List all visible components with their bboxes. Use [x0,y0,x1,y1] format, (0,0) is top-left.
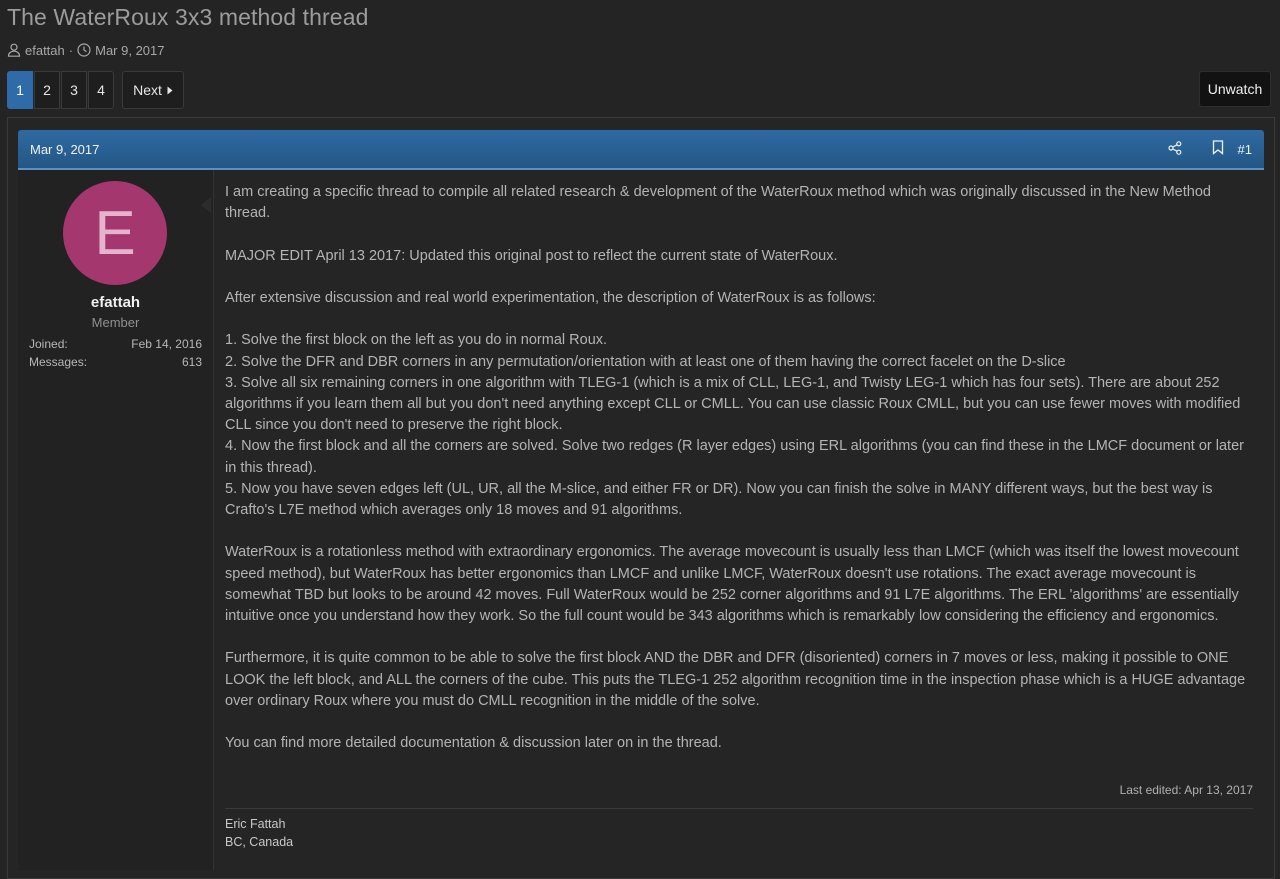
page-1-button[interactable]: 1 [7,71,33,109]
joined-label: Joined: [29,337,68,351]
messages-label: Messages: [29,355,88,369]
message-arrow [201,197,211,213]
post-paragraph: WaterRoux is a rotationless method with … [225,544,1239,624]
post-paragraph: I am creating a specific thread to compi… [225,184,1211,222]
user-icon [7,43,21,57]
bookmark-icon[interactable] [1212,140,1224,158]
step-item: 4. Now the first block and all the corne… [225,438,1244,476]
step-item: 1. Solve the first block on the left as … [225,332,608,349]
post-body: I am creating a specific thread to compi… [225,182,1255,776]
caret-right-icon [167,82,173,98]
joined-stat: Joined: Feb 14, 2016 [29,337,202,351]
unwatch-button[interactable]: Unwatch [1199,71,1271,107]
page-4-button[interactable]: 4 [88,71,114,109]
thread-date-link[interactable]: Mar 9, 2017 [95,43,164,58]
post-paragraph: You can find more detailed documentation… [225,735,722,752]
page-title: The WaterRoux 3x3 method thread [7,4,369,30]
user-title: Member [91,315,140,330]
last-edited: Last edited: Apr 13, 2017 [1119,783,1253,797]
username-link[interactable]: efattah [18,294,213,311]
thread-author-link[interactable]: efattah [25,43,65,58]
avatar[interactable]: E [63,181,167,285]
clock-icon [77,43,91,57]
joined-value: Feb 14, 2016 [131,337,202,351]
post-paragraph: MAJOR EDIT April 13 2017: Updated this o… [225,247,838,264]
post-number-link[interactable]: #1 [1238,142,1252,157]
messages-stat: Messages: 613 [29,355,202,369]
meta-separator: · [68,42,74,58]
post-steps: 1. Solve the first block on the left as … [225,330,1255,521]
next-page-button[interactable]: Next [122,71,184,109]
pagination: 1 2 3 4 Next [7,71,184,109]
step-item: 5. Now you have seven edges left (UL, UR… [225,480,1213,518]
signature-line: BC, Canada [225,835,294,849]
signature-line: Eric Fattah [225,817,286,831]
post-paragraph: Furthermore, it is quite common to be ab… [225,650,1246,709]
post-user-panel: E efattah Member Joined: Feb 14, 2016 Me… [18,170,214,870]
post-header: Mar 9, 2017 #1 [18,130,1264,168]
thread-meta: efattah · Mar 9, 2017 [7,41,164,59]
signature-divider [225,808,1253,809]
step-item: 2. Solve the DFR and DBR corners in any … [225,353,1066,370]
step-item: 3. Solve all six remaining corners in on… [225,374,1241,434]
post-paragraph: After extensive discussion and real worl… [225,289,876,306]
post-date-link[interactable]: Mar 9, 2017 [30,142,99,157]
share-icon[interactable] [1167,140,1182,158]
page-3-button[interactable]: 3 [61,71,87,109]
messages-value: 613 [181,355,202,369]
page-2-button[interactable]: 2 [34,71,60,109]
signature: Eric Fattah BC, Canada [225,815,293,851]
next-label: Next [133,82,162,98]
